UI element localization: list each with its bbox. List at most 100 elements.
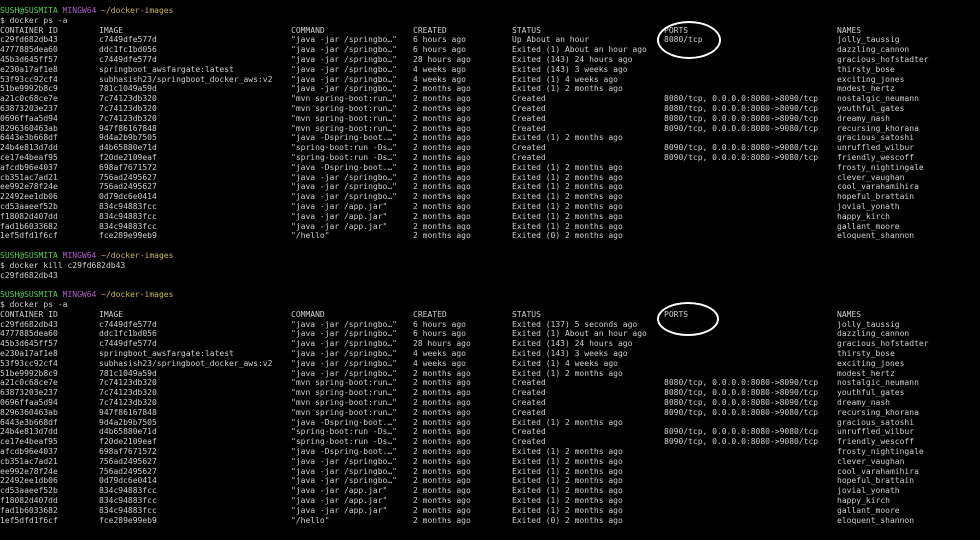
cell-names: youthful_gates xyxy=(837,104,905,113)
cell-container-id: 22492ee1db06 xyxy=(0,192,58,202)
cell-container-id: 0696ffaa5d94 xyxy=(0,398,58,407)
cell-status: Created xyxy=(512,427,546,437)
cell-status: Exited (1) 2 months ago xyxy=(512,221,623,231)
cell-names: dazzling_cannon xyxy=(837,45,910,55)
terminal-window[interactable]: { "prompt": { "user": "SUSH@SUSMITA", "h… xyxy=(0,0,980,540)
cell-image: 0d79dc6e0414 xyxy=(99,192,157,202)
cell-created: 2 months ago xyxy=(413,466,471,476)
cell-command: "mvn spring-boot:run…" xyxy=(291,94,397,104)
cell-created: 2 months ago xyxy=(413,378,471,388)
cell-created: 2 months ago xyxy=(413,84,471,94)
cell-command: "java -Dspring-boot.…" xyxy=(291,417,397,427)
cell-status: Created xyxy=(512,143,546,153)
cell-ports: 8080/tcp, 0.0.0.0:8080->8090/tcp xyxy=(664,398,819,407)
header-names: NAMES xyxy=(837,309,862,319)
prompt-host: MINGW64 xyxy=(62,290,97,300)
cell-image: 756ad2495627 xyxy=(99,466,157,476)
cell-container-id: 24b4e813d7dd xyxy=(0,427,58,437)
cell-names: gracious_satoshi xyxy=(837,417,915,427)
cell-status: Created xyxy=(512,104,546,113)
cell-created: 2 months ago xyxy=(413,476,471,486)
prompt-host: MINGW64 xyxy=(62,251,97,260)
ports-annotation-circle xyxy=(657,302,719,336)
cell-ports: 8090/tcp, 0.0.0.0:8080->9080/tcp xyxy=(664,427,819,437)
cell-image: springboot_awsfargate:latest xyxy=(99,349,234,358)
cell-status: Created xyxy=(512,123,546,133)
cell-command: "java -jar /springbo…" xyxy=(291,476,397,486)
cell-names: eloquent_shannon xyxy=(837,231,915,241)
cell-image: 9d4a2b9b7505 xyxy=(99,417,157,427)
cell-names: modest_hertz xyxy=(837,368,895,378)
cell-container-id: 6443e3b668df xyxy=(0,417,58,427)
prompt-user: SUSH@SUSMITA xyxy=(0,6,58,15)
cell-names: nostalgic_neumann xyxy=(837,378,919,388)
cell-image: 756ad2495627 xyxy=(99,456,157,466)
cell-command: "/hello" xyxy=(291,231,330,241)
cell-status: Exited (1) 2 months ago xyxy=(512,172,623,182)
cell-status: Exited (0) 2 months ago xyxy=(512,515,623,525)
cell-image: fce289e99eb9 xyxy=(99,231,157,241)
cell-status: Exited (1) 2 months ago xyxy=(512,505,623,515)
cell-names: happy_kirch xyxy=(837,496,890,505)
cell-command: "java -jar /springbo…" xyxy=(291,358,397,368)
command-text: docker kill c29fd682db43 xyxy=(9,260,126,270)
header-created: CREATED xyxy=(413,309,447,319)
cell-command: "java -jar /springbo…" xyxy=(291,182,397,192)
cell-container-id: afcdb96e4037 xyxy=(0,447,58,456)
cell-ports: 8080/tcp, 0.0.0.0:8080->8090/tcp xyxy=(664,104,819,113)
cell-created: 2 months ago xyxy=(413,172,471,182)
cell-created: 2 months ago xyxy=(413,94,471,104)
command-line: $ docker kill c29fd682db43 xyxy=(0,261,125,271)
cell-container-id: a21c0c68ce7e xyxy=(0,94,58,104)
cell-container-id: a21c0c68ce7e xyxy=(0,378,58,388)
cell-image: 698af7671572 xyxy=(99,162,157,172)
cell-image: d4b65880e71d xyxy=(99,143,157,153)
cell-names: friendly_wescoff xyxy=(837,153,915,162)
cell-created: 2 months ago xyxy=(413,162,471,172)
cell-names: gallant_moore xyxy=(837,505,900,515)
cell-image: subhasish23/springboot_docker_aws:v2 xyxy=(99,358,273,368)
header-image: IMAGE xyxy=(99,25,124,35)
cell-created: 2 months ago xyxy=(413,447,471,456)
cell-command: "java -jar /app.jar" xyxy=(291,486,388,496)
cell-image: 834c94883fcc xyxy=(99,202,157,211)
cell-image: c7449dfe577d xyxy=(99,35,157,45)
cell-command: "mvn spring-boot:run…" xyxy=(291,123,397,133)
cell-status: Exited (137) 5 seconds ago xyxy=(512,319,638,329)
cell-created: 4 weeks ago xyxy=(413,74,466,84)
cell-status: Created xyxy=(512,378,546,388)
prompt-symbol: $ xyxy=(0,260,5,270)
cell-status: Exited (1) 2 months ago xyxy=(512,162,623,172)
cell-names: dazzling_cannon xyxy=(837,329,910,339)
cell-names: jovial_yonath xyxy=(837,486,900,496)
cell-command: "java -jar /springbo…" xyxy=(291,192,397,202)
cell-container-id: 8296360463ab xyxy=(0,407,58,417)
header-created: CREATED xyxy=(413,25,447,35)
cell-names: unruffled_wilbur xyxy=(837,427,915,437)
prompt-path: ~/docker-images xyxy=(101,6,174,15)
cell-created: 2 months ago xyxy=(413,123,471,133)
cell-container-id: 45b3d645ff57 xyxy=(0,339,58,349)
cell-status: Exited (1) 2 months ago xyxy=(512,211,623,221)
cell-created: 2 months ago xyxy=(413,515,471,525)
cell-names: modest_hertz xyxy=(837,84,895,94)
cell-container-id: cb351ac7ad21 xyxy=(0,456,58,466)
cell-created: 2 months ago xyxy=(413,202,471,211)
cell-image: 7c74123db320 xyxy=(99,378,157,388)
cell-container-id: 51be9992b8c9 xyxy=(0,368,58,378)
cell-image: 7c74123db320 xyxy=(99,94,157,104)
cell-image: 781c1049a59d xyxy=(99,84,157,94)
prompt-path: ~/docker-images xyxy=(101,290,174,300)
cell-container-id: 0696ffaa5d94 xyxy=(0,113,58,123)
cell-image: 834c94883fcc xyxy=(99,486,157,496)
cell-container-id: 8296360463ab xyxy=(0,123,58,133)
cell-image: 7c74123db320 xyxy=(99,104,157,113)
cell-command: "java -jar /springbo…" xyxy=(291,74,397,84)
cell-status: Up About an hour xyxy=(512,35,590,45)
cell-ports: 8090/tcp, 0.0.0.0:8080->9080/tcp xyxy=(664,143,819,153)
prompt-symbol: $ xyxy=(0,300,5,309)
cell-status: Exited (1) 2 months ago xyxy=(512,202,623,211)
cell-command: "java -jar /springbo…" xyxy=(291,329,397,339)
cell-created: 2 months ago xyxy=(413,221,471,231)
cell-status: Exited (1) 2 months ago xyxy=(512,476,623,486)
